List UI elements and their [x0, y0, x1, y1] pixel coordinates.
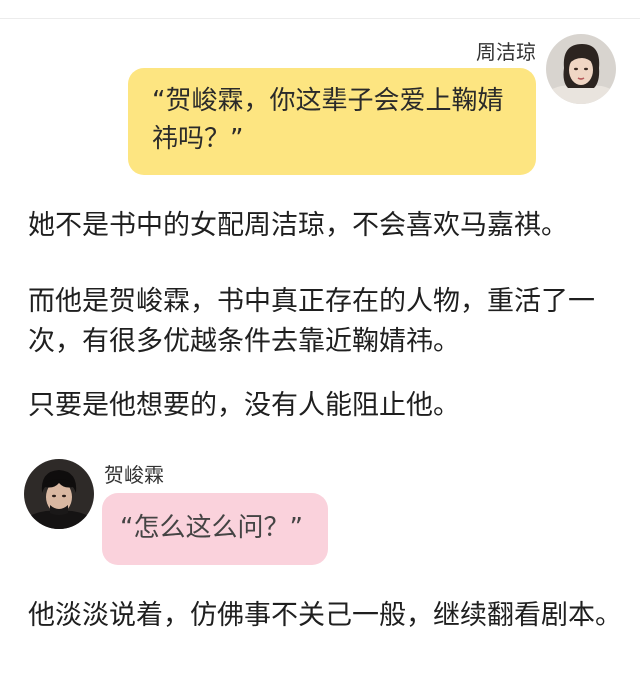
man-portrait-avatar[interactable]	[24, 459, 94, 529]
story-paragraph: 她不是书中的女配周洁琼，不会喜欢马嘉祺。	[28, 210, 568, 241]
message-bubble-zhou[interactable]: “贺峻霖，你这辈子会爱上鞠婧祎吗？”	[128, 68, 536, 175]
story-paragraph: 他淡淡说着，仿佛事不关己一般，继续翻看剧本。	[28, 600, 622, 631]
woman-portrait-avatar[interactable]	[546, 34, 616, 104]
sender-name-zhou: 周洁琼	[476, 40, 536, 64]
message-bubble-he[interactable]: “怎么这么问？”	[102, 493, 328, 565]
story-paragraph: 只要是他想要的，没有人能阻止他。	[28, 390, 460, 421]
top-divider	[0, 18, 640, 19]
story-paragraph: 而他是贺峻霖，书中真正存在的人物，重活了一次，有很多优越条件去靠近鞠婧祎。	[28, 286, 595, 357]
sender-name-he: 贺峻霖	[104, 463, 164, 487]
